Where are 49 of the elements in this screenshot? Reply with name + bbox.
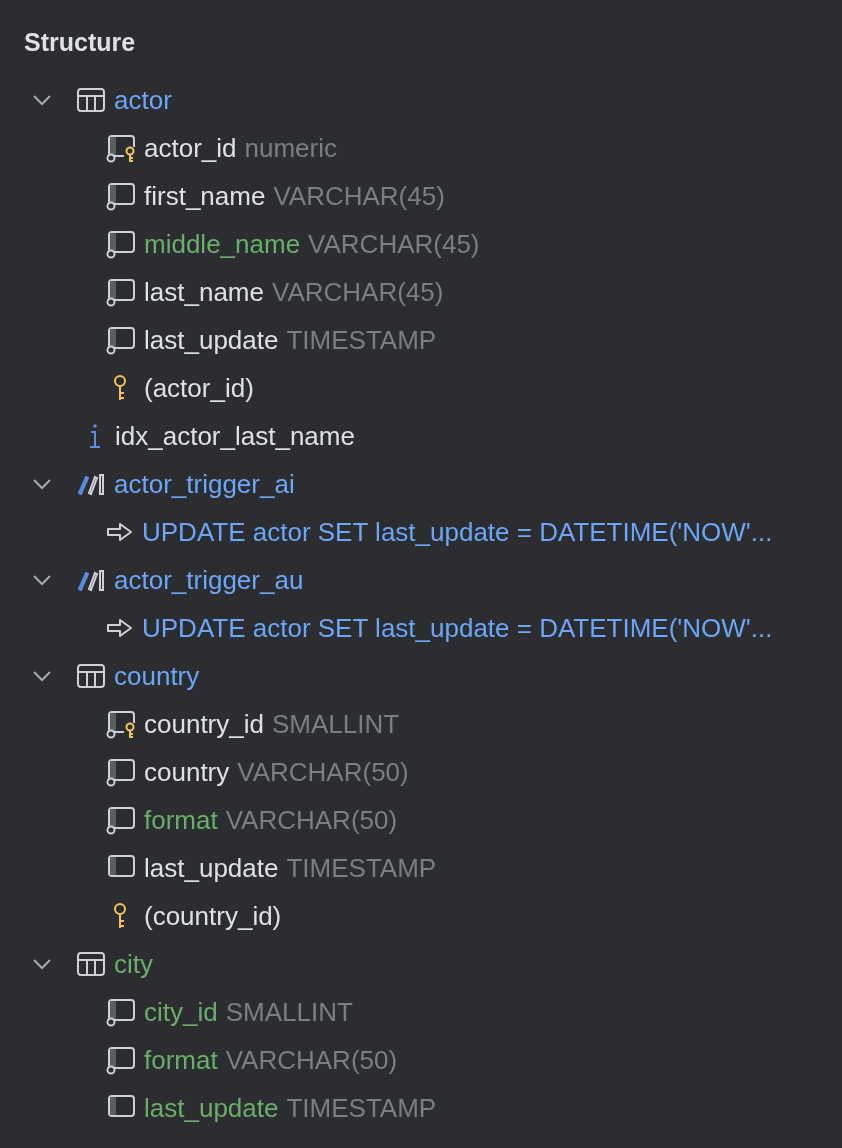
column-type: TIMESTAMP bbox=[286, 324, 437, 356]
column-type: numeric bbox=[244, 132, 337, 164]
column-name[interactable]: city_id bbox=[144, 996, 218, 1028]
column-name[interactable]: format bbox=[144, 804, 218, 836]
trigger-name[interactable]: actor_trigger_ai bbox=[114, 468, 295, 500]
trigger-statement[interactable]: UPDATE actor SET last_update = DATETIME('NOW'... bbox=[142, 612, 773, 644]
trigger-statement[interactable]: UPDATE actor SET last_update = DATETIME('NOW'... bbox=[142, 516, 773, 548]
chevron-down-icon[interactable] bbox=[32, 574, 52, 586]
column-type: VARCHAR(45) bbox=[271, 276, 444, 308]
column-type: TIMESTAMP bbox=[286, 1092, 437, 1124]
table-name[interactable]: actor bbox=[114, 84, 172, 116]
column-type: VARCHAR(50) bbox=[225, 804, 398, 836]
column-name[interactable]: first_name bbox=[144, 180, 266, 212]
key-icon bbox=[114, 374, 128, 402]
table-icon bbox=[76, 663, 106, 689]
trigger-name[interactable]: actor_trigger_au bbox=[114, 564, 304, 596]
table-icon bbox=[76, 87, 106, 113]
column-type: VARCHAR(45) bbox=[308, 228, 480, 260]
chevron-down-icon[interactable] bbox=[32, 670, 52, 682]
column-name[interactable]: last_update bbox=[144, 324, 279, 356]
key-columns[interactable]: (country_id) bbox=[144, 900, 282, 932]
trigger-icon bbox=[76, 567, 106, 593]
key-icon bbox=[114, 902, 128, 930]
index-name[interactable]: idx_actor_last_name bbox=[115, 420, 355, 452]
column-name[interactable]: country_id bbox=[144, 708, 264, 740]
column-type: TIMESTAMP bbox=[286, 852, 437, 884]
column-type: VARCHAR(50) bbox=[237, 756, 409, 788]
column-type: VARCHAR(45) bbox=[273, 180, 445, 212]
column-name[interactable]: last_update bbox=[144, 852, 279, 884]
column-type: VARCHAR(50) bbox=[225, 1044, 398, 1076]
table-icon bbox=[76, 951, 106, 977]
column-name[interactable]: actor_id bbox=[144, 132, 237, 164]
arrow-icon bbox=[106, 521, 134, 543]
column-name[interactable]: middle_name bbox=[144, 228, 301, 260]
arrow-icon bbox=[106, 617, 134, 639]
trigger-icon bbox=[76, 471, 106, 497]
chevron-down-icon[interactable] bbox=[32, 94, 52, 106]
column-name[interactable]: last_update bbox=[144, 1092, 279, 1124]
table-name[interactable]: city bbox=[114, 948, 153, 980]
chevron-down-icon[interactable] bbox=[32, 478, 52, 490]
column-name[interactable]: country bbox=[144, 756, 230, 788]
panel-title: Structure bbox=[24, 27, 137, 58]
key-columns[interactable]: (actor_id) bbox=[144, 372, 254, 404]
chevron-down-icon[interactable] bbox=[32, 958, 52, 970]
column-type: SMALLINT bbox=[271, 708, 400, 740]
column-name[interactable]: last_name bbox=[144, 276, 264, 308]
table-name[interactable]: country bbox=[114, 660, 200, 692]
column-name[interactable]: format bbox=[144, 1044, 218, 1076]
column-type: SMALLINT bbox=[225, 996, 353, 1028]
